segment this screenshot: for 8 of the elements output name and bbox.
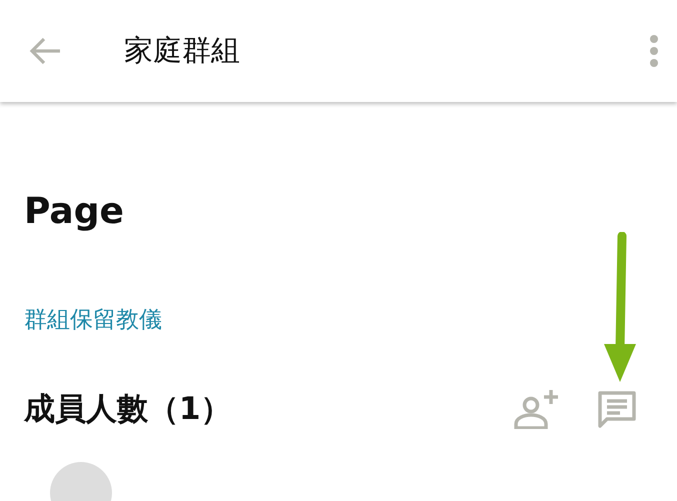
page-title: 家庭群組 (124, 32, 240, 70)
members-heading: 成員人數（1） (24, 390, 232, 429)
add-person-icon[interactable] (513, 388, 561, 429)
more-menu-icon[interactable] (649, 34, 659, 68)
back-button[interactable] (28, 36, 62, 66)
group-link[interactable]: 群組保留教儀 (24, 303, 162, 338)
message-icon[interactable] (597, 390, 637, 428)
page-heading: Page (24, 190, 125, 234)
